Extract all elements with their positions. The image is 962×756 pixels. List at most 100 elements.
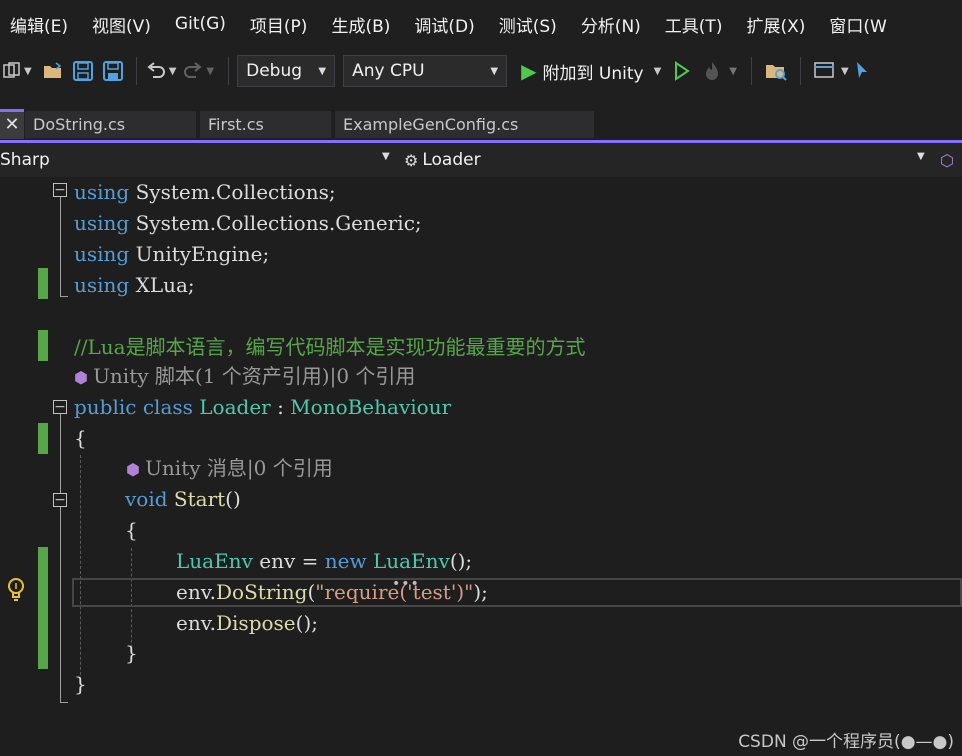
platform-select[interactable]: Any CPU ▼ bbox=[343, 55, 508, 87]
code-line: using System.Collections; bbox=[74, 177, 336, 208]
collapse-icon[interactable]: − bbox=[53, 183, 67, 197]
redo-icon[interactable] bbox=[182, 56, 204, 86]
menu-project[interactable]: 项目(P) bbox=[240, 12, 322, 37]
keyword: class bbox=[142, 395, 193, 419]
play-icon[interactable]: ▶ bbox=[521, 59, 536, 83]
chevron-down-icon[interactable]: ▼ bbox=[206, 66, 214, 77]
code-line: void Start() bbox=[125, 484, 241, 515]
toolbar-separator bbox=[135, 57, 137, 85]
codelens-text: Unity 脚本(1 个资产引用)|0 个引用 bbox=[93, 364, 416, 388]
change-bar bbox=[38, 330, 48, 361]
code-text: XLua; bbox=[129, 273, 195, 297]
code-text: env. bbox=[176, 580, 216, 604]
code-editor[interactable]: − − − using System.Collections; using Sy… bbox=[0, 177, 962, 756]
chevron-down-icon[interactable]: ▼ bbox=[654, 66, 662, 77]
code-text: env. bbox=[176, 611, 216, 635]
menu-analyze[interactable]: 分析(N) bbox=[571, 12, 655, 37]
brace: { bbox=[125, 518, 138, 542]
code-text: (); bbox=[295, 611, 318, 635]
browse-icon[interactable] bbox=[764, 56, 788, 86]
menu-test[interactable]: 测试(S) bbox=[489, 12, 571, 37]
codelens-method[interactable]: ⬢ Unity 消息|0 个引用 bbox=[126, 453, 333, 484]
comment-text: //Lua是脚本语言，编写代码脚本是实现功能最重要的方式 bbox=[74, 335, 586, 359]
method-name: Start bbox=[173, 487, 226, 511]
code-text: env = bbox=[252, 549, 325, 573]
menu-view[interactable]: 视图(V) bbox=[82, 12, 165, 37]
suggestion-dots[interactable]: ••• bbox=[392, 576, 420, 592]
project-dropdown[interactable]: Sharp bbox=[0, 145, 398, 175]
code-text: ); bbox=[473, 580, 488, 604]
active-tab-indicator bbox=[0, 109, 24, 112]
watermark: CSDN @一个程序员(●—●) bbox=[738, 732, 954, 752]
undo-icon[interactable] bbox=[145, 56, 167, 86]
menu-window[interactable]: 窗口(W bbox=[819, 12, 900, 37]
type-dropdown[interactable]: ⚙ Loader bbox=[404, 145, 934, 175]
attach-to-unity-button[interactable]: 附加到 Unity bbox=[543, 59, 644, 84]
code-text: () bbox=[225, 487, 241, 511]
member-icon[interactable]: ⬡ bbox=[940, 145, 954, 175]
keyword: new bbox=[324, 549, 367, 573]
tab-label: First.cs bbox=[208, 115, 264, 134]
code-line: using XLua; bbox=[74, 270, 195, 301]
type-name: LuaEnv bbox=[176, 549, 253, 573]
fold-line bbox=[60, 296, 68, 297]
fold-line bbox=[60, 197, 61, 296]
keyword: using bbox=[74, 180, 130, 204]
tab-examplegenconfig[interactable]: ExampleGenConfig.cs bbox=[335, 111, 594, 138]
close-icon[interactable]: ✕ bbox=[0, 109, 24, 139]
chevron-down-icon[interactable]: ▼ bbox=[917, 151, 925, 162]
change-bar bbox=[38, 268, 48, 299]
save-all-icon[interactable] bbox=[102, 56, 124, 86]
tab-dostring[interactable]: DoString.cs bbox=[25, 111, 196, 138]
code-text: : bbox=[270, 395, 291, 419]
menu-edit[interactable]: 编辑(E) bbox=[0, 12, 82, 37]
pointer-icon[interactable] bbox=[855, 56, 871, 86]
open-folder-icon[interactable] bbox=[42, 56, 64, 86]
codelens-class[interactable]: ⬢ Unity 脚本(1 个资产引用)|0 个引用 bbox=[74, 361, 415, 392]
unity-icon: ⬢ bbox=[74, 368, 94, 387]
collapse-icon[interactable]: − bbox=[53, 493, 67, 507]
code-text: System.Collections.Generic; bbox=[129, 211, 422, 235]
lightbulb-icon[interactable] bbox=[6, 577, 26, 609]
menu-git[interactable]: Git(G) bbox=[165, 14, 240, 34]
chevron-down-icon: ▼ bbox=[490, 65, 499, 77]
menu-build[interactable]: 生成(B) bbox=[321, 12, 404, 37]
chevron-down-icon[interactable]: ▼ bbox=[841, 66, 849, 77]
keyword: using bbox=[74, 242, 130, 266]
chevron-down-icon[interactable]: ▼ bbox=[729, 66, 737, 77]
menu-extensions[interactable]: 扩展(X) bbox=[736, 12, 819, 37]
toolbar-separator bbox=[799, 57, 801, 85]
indent-guide bbox=[80, 455, 81, 690]
start-without-debug-icon[interactable] bbox=[673, 56, 691, 86]
menu-tools[interactable]: 工具(T) bbox=[655, 12, 737, 37]
method-name: DoString bbox=[216, 580, 308, 604]
tab-first[interactable]: First.cs bbox=[200, 111, 331, 138]
code-line: { bbox=[125, 515, 138, 546]
code-line: using System.Collections.Generic; bbox=[74, 208, 422, 239]
codelens-text: Unity 消息|0 个引用 bbox=[145, 456, 333, 480]
chevron-down-icon[interactable]: ▼ bbox=[24, 66, 32, 77]
layout-icon[interactable] bbox=[813, 56, 835, 86]
new-project-icon[interactable] bbox=[2, 56, 22, 86]
change-bar bbox=[38, 547, 48, 669]
project-name: Sharp bbox=[0, 150, 50, 170]
hot-reload-icon[interactable] bbox=[701, 56, 723, 86]
keyword: public bbox=[74, 395, 137, 419]
brace: } bbox=[74, 672, 87, 696]
type-name: Loader bbox=[422, 150, 481, 170]
chevron-down-icon[interactable]: ▼ bbox=[169, 66, 177, 77]
configuration-select[interactable]: Debug ▼ bbox=[237, 55, 336, 87]
type-name: LuaEnv bbox=[372, 549, 450, 573]
collapse-icon[interactable]: − bbox=[53, 400, 67, 414]
unity-icon: ⬢ bbox=[126, 460, 146, 479]
fold-line bbox=[60, 414, 61, 702]
configuration-value: Debug bbox=[246, 61, 303, 81]
code-text: (); bbox=[449, 549, 473, 573]
tab-label: DoString.cs bbox=[33, 115, 126, 134]
comment-line: //Lua是脚本语言，编写代码脚本是实现功能最重要的方式 bbox=[74, 332, 586, 363]
chevron-down-icon[interactable]: ▼ bbox=[382, 151, 390, 162]
save-icon[interactable] bbox=[72, 56, 94, 86]
navigation-bar: Sharp ▼ ⚙ Loader ▼ ⬡ bbox=[0, 143, 962, 177]
toolbar: ▼ ▼ ▼ Debug ▼ Any CPU ▼ ▶ 附加到 Unity ▼ ▼ … bbox=[0, 48, 962, 94]
menu-debug[interactable]: 调试(D) bbox=[404, 12, 488, 37]
